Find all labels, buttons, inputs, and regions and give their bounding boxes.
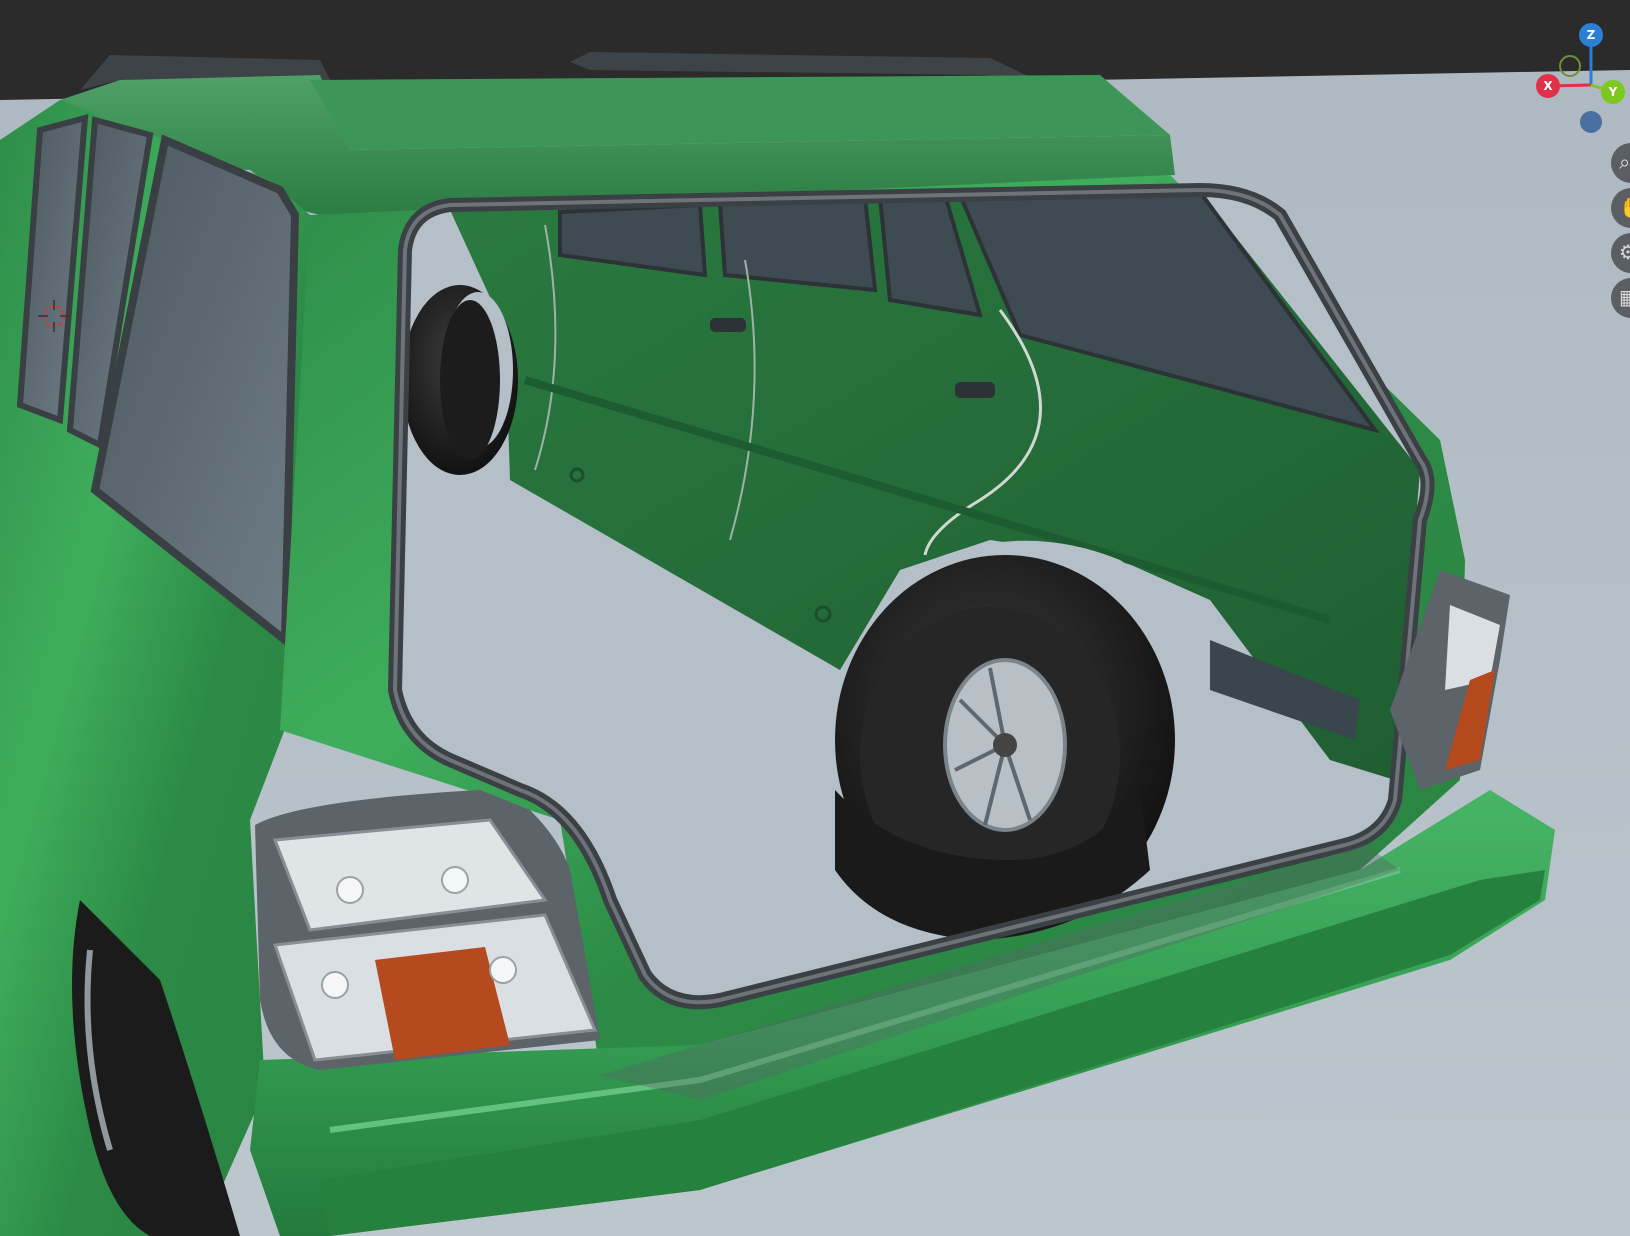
y-axis-handle <box>1601 80 1625 104</box>
navigation-gizmo[interactable]: Z X Y <box>1535 20 1630 140</box>
scene <box>0 0 1630 1236</box>
grid-icon: ▦ <box>1619 285 1630 309</box>
pan-hand-icon: ✋ <box>1619 195 1630 219</box>
3d-viewport[interactable]: Z X Y ⌕ ✋ ⚙ ▦ <box>0 0 1630 1236</box>
camera-icon: ⚙ <box>1619 240 1630 264</box>
x-axis-handle <box>1536 74 1560 98</box>
z-axis-handle <box>1579 23 1603 47</box>
zoom-icon: ⌕ <box>1619 150 1630 174</box>
neg-z-axis-handle <box>1580 111 1602 133</box>
3d-cursor-icon <box>36 298 72 334</box>
